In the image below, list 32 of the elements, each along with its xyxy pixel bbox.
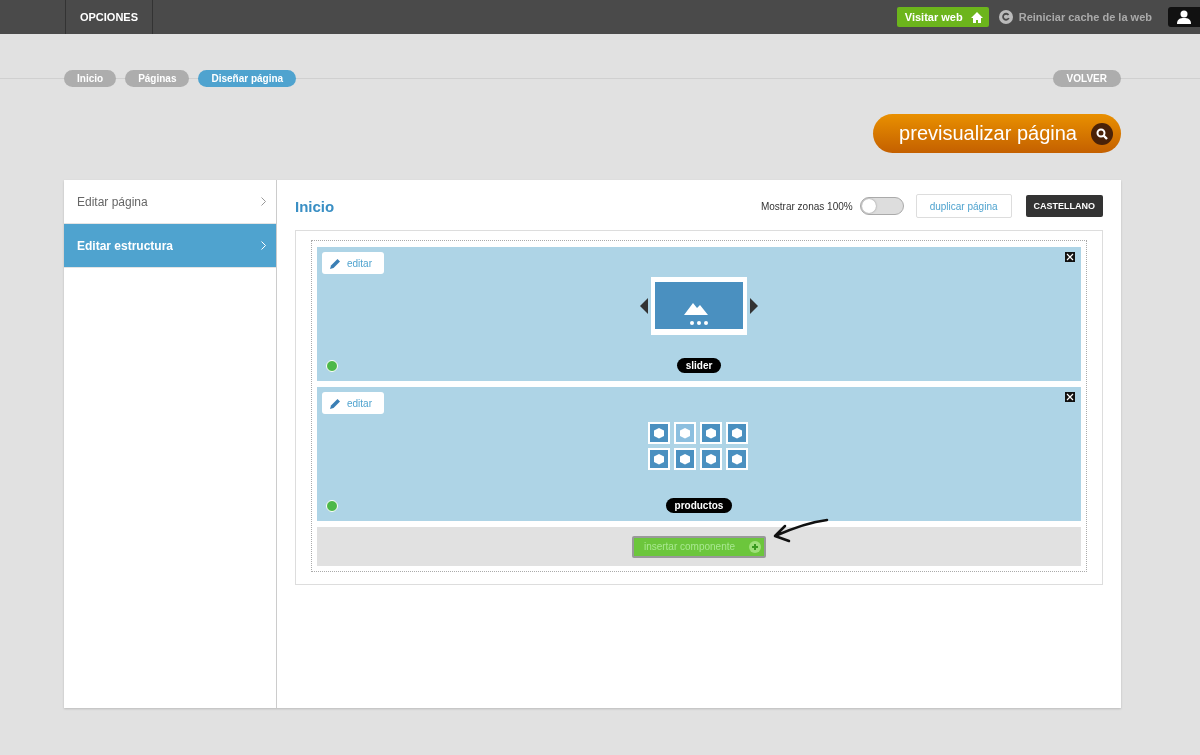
- close-icon[interactable]: [1065, 392, 1075, 402]
- breadcrumb-link[interactable]: Páginas: [125, 70, 190, 87]
- preview-button[interactable]: previsualizar página: [873, 114, 1121, 153]
- plus-icon: [749, 540, 762, 553]
- user-icon: [1177, 10, 1191, 24]
- reload-icon: [998, 10, 1013, 24]
- language-button[interactable]: CASTELLANO: [1025, 195, 1103, 217]
- toggle-switch[interactable]: [859, 197, 904, 215]
- options-menu[interactable]: OPCIONES: [65, 0, 153, 34]
- edit-button[interactable]: editar: [322, 252, 384, 274]
- component-label: slider: [676, 358, 722, 373]
- search-icon: [1091, 122, 1113, 145]
- pencil-icon: [330, 257, 341, 269]
- insert-component-button[interactable]: insertar componente: [631, 535, 767, 558]
- breadcrumb-link[interactable]: Diseñar página: [198, 70, 297, 87]
- visit-web-button[interactable]: Visitar web: [896, 7, 989, 27]
- sidebar-item[interactable]: Editar estructura: [64, 224, 276, 268]
- reset-cache-link[interactable]: Reiniciar cache de la web: [998, 10, 1152, 24]
- breadcrumb-link[interactable]: Inicio: [64, 70, 117, 87]
- page-title: Inicio: [295, 197, 336, 215]
- component-label: productos: [665, 498, 733, 513]
- home-icon: [970, 11, 983, 23]
- pencil-icon: [330, 397, 341, 409]
- arrow-drawing: [771, 517, 829, 543]
- duplicate-page-button[interactable]: duplicar página: [915, 194, 1012, 218]
- user-button[interactable]: [1168, 7, 1200, 27]
- edit-button[interactable]: editar: [322, 392, 384, 414]
- chevron-icon: [261, 241, 266, 250]
- chevron-icon: [261, 197, 266, 206]
- toggle-label: Mostrar zonas 100%: [760, 200, 853, 212]
- close-icon[interactable]: [1065, 252, 1075, 262]
- back-button[interactable]: VOLVER: [1052, 70, 1121, 87]
